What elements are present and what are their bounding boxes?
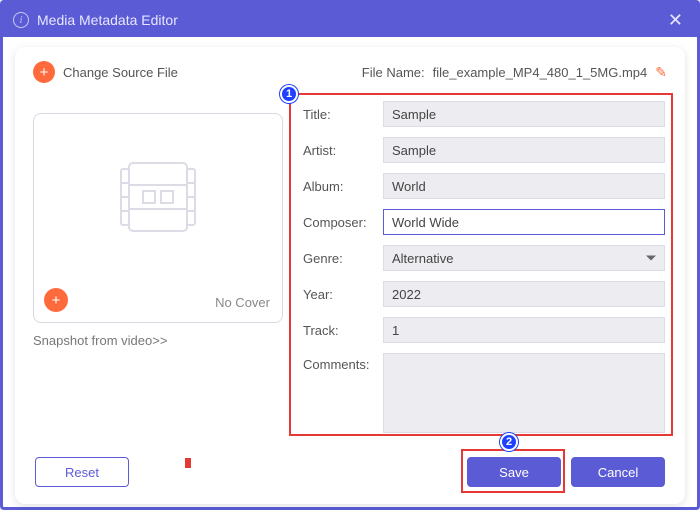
callout-2: 2: [500, 433, 518, 451]
metadata-form: Title: Artist: Album: Composer: Genre: A…: [301, 99, 667, 438]
label-album: Album:: [303, 179, 379, 194]
label-composer: Composer:: [303, 215, 379, 230]
label-track: Track:: [303, 323, 379, 338]
cover-box: + No Cover: [33, 113, 283, 323]
titlebar: i Media Metadata Editor ✕: [3, 3, 697, 37]
plus-icon: +: [33, 61, 55, 83]
callout-1: 1: [280, 85, 298, 103]
pencil-icon[interactable]: ✎: [655, 64, 667, 81]
label-comments: Comments:: [303, 353, 379, 372]
panel-main: + No Cover Snapshot from video>> 1 Title…: [33, 99, 667, 438]
change-source-label: Change Source File: [63, 65, 178, 80]
label-title: Title:: [303, 107, 379, 122]
change-source-button[interactable]: + Change Source File: [33, 61, 178, 83]
genre-value: Alternative: [392, 251, 453, 266]
form-column: 1 Title: Artist: Album: Composer: Genre:…: [301, 99, 667, 438]
no-cover-label: No Cover: [215, 295, 270, 310]
chevron-down-icon: [646, 256, 656, 261]
film-icon: [119, 161, 197, 233]
add-cover-button[interactable]: +: [44, 288, 68, 312]
composer-field[interactable]: [383, 209, 665, 235]
genre-select[interactable]: Alternative: [383, 245, 665, 271]
footer: Reset 2 Save Cancel: [33, 452, 667, 492]
label-artist: Artist:: [303, 143, 379, 158]
file-name-value: file_example_MP4_480_1_5MG.mp4: [433, 65, 648, 80]
snapshot-link[interactable]: Snapshot from video>>: [33, 333, 283, 348]
track-field[interactable]: [383, 317, 665, 343]
body: + Change Source File File Name: file_exa…: [3, 37, 697, 510]
panel-top: + Change Source File File Name: file_exa…: [33, 61, 667, 83]
save-wrap: 2 Save: [457, 457, 561, 487]
window-title: Media Metadata Editor: [37, 12, 656, 28]
title-field[interactable]: [383, 101, 665, 127]
annotation-mark: [185, 458, 191, 468]
cancel-button[interactable]: Cancel: [571, 457, 665, 487]
file-name-block: File Name: file_example_MP4_480_1_5MG.mp…: [362, 64, 667, 81]
artist-field[interactable]: [383, 137, 665, 163]
file-name-label: File Name:: [362, 65, 425, 80]
cover-column: + No Cover Snapshot from video>>: [33, 99, 283, 438]
window: i Media Metadata Editor ✕ + Change Sourc…: [0, 0, 700, 510]
label-year: Year:: [303, 287, 379, 302]
main-panel: + Change Source File File Name: file_exa…: [15, 47, 685, 504]
year-field[interactable]: [383, 281, 665, 307]
info-icon: i: [13, 12, 29, 28]
comments-field[interactable]: [383, 353, 665, 433]
reset-button[interactable]: Reset: [35, 457, 129, 487]
label-genre: Genre:: [303, 251, 379, 266]
album-field[interactable]: [383, 173, 665, 199]
close-icon[interactable]: ✕: [664, 10, 687, 31]
save-button[interactable]: Save: [467, 457, 561, 487]
